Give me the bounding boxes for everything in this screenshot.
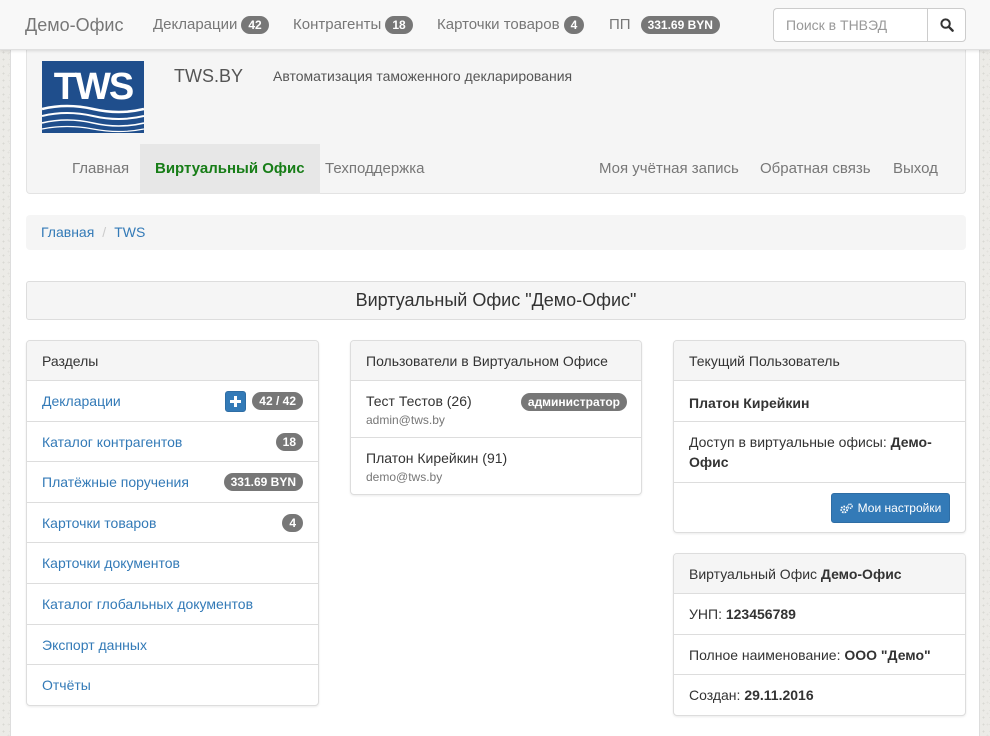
my-settings-button[interactable]: Мои настройки [831, 493, 950, 523]
created-label: Создан: [689, 687, 741, 703]
section-contractors-label: Каталог контрагентов [42, 433, 183, 450]
breadcrumb-separator: / [102, 224, 107, 240]
access-label: Доступ в виртуальные офисы: [689, 434, 887, 450]
full-name-value: ООО "Демо" [844, 647, 931, 663]
topnav-contractors[interactable]: Контрагенты 18 [293, 0, 413, 50]
topnav-contractors-label: Контрагенты [293, 16, 382, 33]
my-settings-label: Мои настройки [857, 501, 942, 515]
topnav-product-cards-label: Карточки товаров [437, 16, 560, 33]
nav-support[interactable]: Техподдержка [310, 144, 439, 194]
sections-panel: Разделы Декларации 42 / 42 Каталог контр… [26, 340, 319, 706]
section-declarations-label: Декларации [42, 393, 121, 409]
plus-icon [230, 395, 242, 407]
nav-home[interactable]: Главная [57, 144, 144, 194]
section-data-export-label: Экспорт данных [42, 636, 147, 653]
current-user-panel: Текущий Пользователь Платон Кирейкин Дос… [673, 340, 966, 533]
user-name: Платон Кирейкин (91) [366, 450, 508, 466]
nav-logout[interactable]: Выход [878, 144, 953, 194]
product-cards-count-badge: 4 [563, 16, 585, 34]
current-user-panel-title: Текущий Пользователь [674, 341, 965, 381]
breadcrumb-home[interactable]: Главная [41, 224, 94, 240]
nav-feedback[interactable]: Обратная связь [745, 144, 886, 194]
search-icon [939, 18, 954, 32]
sections-panel-title: Разделы [27, 341, 318, 381]
nav-virtual-office[interactable]: Виртуальный Офис [140, 144, 320, 194]
brand-link[interactable]: Демо-Офис [25, 0, 123, 50]
topnav-payments[interactable]: ПП 331.69 BYN [609, 0, 720, 50]
section-payment-orders-label: Платёжные поручения [42, 474, 189, 491]
user-email: admin@tws.by [366, 413, 445, 427]
site-title[interactable]: TWS.BY [174, 66, 243, 87]
declarations-badge: 42 / 42 [252, 392, 303, 410]
topnav-product-cards[interactable]: Карточки товаров 4 [437, 0, 585, 50]
user-row: Тест Тестов (26) admin@tws.by администра… [351, 381, 641, 438]
payments-amount-badge: 331.69 BYN [640, 16, 720, 34]
office-info-panel: Виртуальный Офис Демо-Офис УНП: 12345678… [673, 553, 966, 716]
unp-label: УНП: [689, 606, 722, 622]
user-email: demo@tws.by [366, 470, 443, 484]
office-unp: УНП: 123456789 [674, 594, 965, 635]
current-user-access: Доступ в виртуальные офисы: Демо-Офис [674, 422, 965, 483]
users-panel: Пользователи в Виртуальном Офисе Тест Те… [350, 340, 642, 495]
office-info-title-prefix: Виртуальный Офис [689, 566, 818, 582]
gears-icon [839, 502, 853, 513]
section-data-export[interactable]: Экспорт данных [27, 625, 318, 666]
product-cards-badge: 4 [282, 513, 303, 532]
topnav-payments-label: ПП [609, 16, 631, 33]
tws-logo[interactable]: TWS [42, 61, 144, 133]
settings-row: Мои настройки [674, 483, 965, 532]
section-contractors-catalog[interactable]: Каталог контрагентов 18 [27, 422, 318, 463]
admin-role-badge: администратор [520, 393, 627, 411]
created-value: 29.11.2016 [744, 687, 814, 703]
breadcrumb-tws[interactable]: TWS [114, 224, 145, 240]
section-payment-orders[interactable]: Платёжные поручения 331.69 BYN [27, 462, 318, 503]
contractors-badge: 18 [275, 432, 303, 451]
tnved-search-input[interactable] [773, 8, 927, 42]
add-declaration-button[interactable] [225, 390, 247, 412]
top-navbar: Демо-Офис Декларации 42 Контрагенты 18 К… [0, 0, 990, 50]
office-created: Создан: 29.11.2016 [674, 675, 965, 715]
site-subtitle: Автоматизация таможенного декларирования [273, 68, 573, 84]
search-button[interactable] [927, 8, 966, 42]
section-product-cards[interactable]: Карточки товаров 4 [27, 503, 318, 544]
user-row: Платон Кирейкин (91) demo@tws.by [351, 438, 641, 494]
section-global-documents-label: Каталог глобальных документов [42, 595, 254, 612]
section-document-cards-label: Карточки документов [42, 555, 180, 572]
svg-text:TWS: TWS [54, 66, 133, 108]
office-full-name: Полное наименование: ООО "Демо" [674, 635, 965, 675]
section-document-cards[interactable]: Карточки документов [27, 543, 318, 584]
users-panel-title: Пользователи в Виртуальном Офисе [351, 341, 641, 381]
contractors-count-badge: 18 [385, 16, 413, 34]
nav-my-account[interactable]: Моя учётная запись [584, 144, 754, 194]
section-reports[interactable]: Отчёты [27, 665, 318, 705]
section-declarations[interactable]: Декларации 42 / 42 [27, 381, 318, 422]
tnved-search [773, 8, 966, 42]
breadcrumb: Главная / TWS [26, 215, 966, 250]
section-product-cards-label: Карточки товаров [42, 514, 157, 531]
payment-orders-badge: 331.69 BYN [223, 473, 303, 492]
site-header: TWS TWS.BY Автоматизация таможенного дек… [26, 50, 966, 194]
office-info-title-name: Демо-Офис [820, 566, 902, 582]
unp-value: 123456789 [725, 606, 796, 622]
office-title: Виртуальный Офис "Демо-Офис" [26, 281, 966, 320]
topnav-declarations-label: Декларации [153, 16, 238, 33]
current-user-name: Платон Кирейкин [674, 381, 965, 422]
declarations-count-badge: 42 [241, 16, 269, 34]
section-global-documents[interactable]: Каталог глобальных документов [27, 584, 318, 625]
topnav-declarations[interactable]: Декларации 42 [153, 0, 269, 50]
full-name-label: Полное наименование: [689, 647, 841, 663]
section-reports-label: Отчёты [42, 677, 91, 694]
office-info-panel-title: Виртуальный Офис Демо-Офис [674, 554, 965, 594]
